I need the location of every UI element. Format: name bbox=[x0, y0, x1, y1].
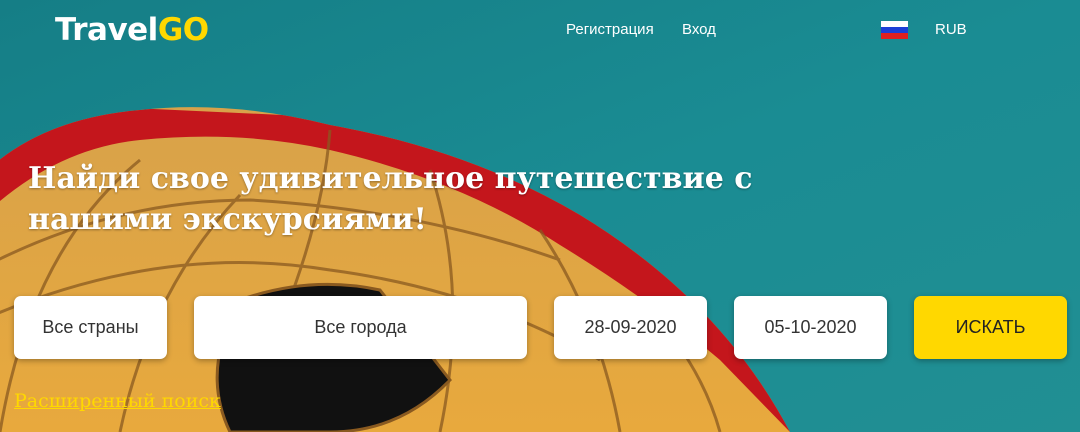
logo[interactable]: TravelGO bbox=[55, 10, 209, 50]
country-select-value: Все страны bbox=[42, 317, 139, 337]
logo-text-travel: Travel bbox=[55, 12, 158, 48]
login-link[interactable]: Вход bbox=[682, 20, 716, 40]
hero-headline: Найди свое удивительное путешествие с на… bbox=[28, 161, 753, 237]
city-select-value: Все города bbox=[314, 317, 407, 337]
register-link[interactable]: Регистрация bbox=[566, 20, 654, 40]
city-select[interactable]: Все города bbox=[194, 296, 527, 359]
country-select[interactable]: Все страны bbox=[14, 296, 167, 359]
date-to-field[interactable]: 05-10-2020 bbox=[734, 296, 887, 359]
date-from-value: 28-09-2020 bbox=[584, 317, 677, 337]
logo-text-go: GO bbox=[157, 12, 209, 48]
currency-selector[interactable]: RUB bbox=[935, 20, 967, 40]
russian-flag-icon[interactable] bbox=[881, 21, 908, 39]
search-button[interactable]: ИСКАТЬ bbox=[914, 296, 1067, 359]
advanced-search-link[interactable]: Расширенный поиск bbox=[14, 390, 221, 412]
date-from-field[interactable]: 28-09-2020 bbox=[554, 296, 707, 359]
date-to-value: 05-10-2020 bbox=[764, 317, 857, 337]
